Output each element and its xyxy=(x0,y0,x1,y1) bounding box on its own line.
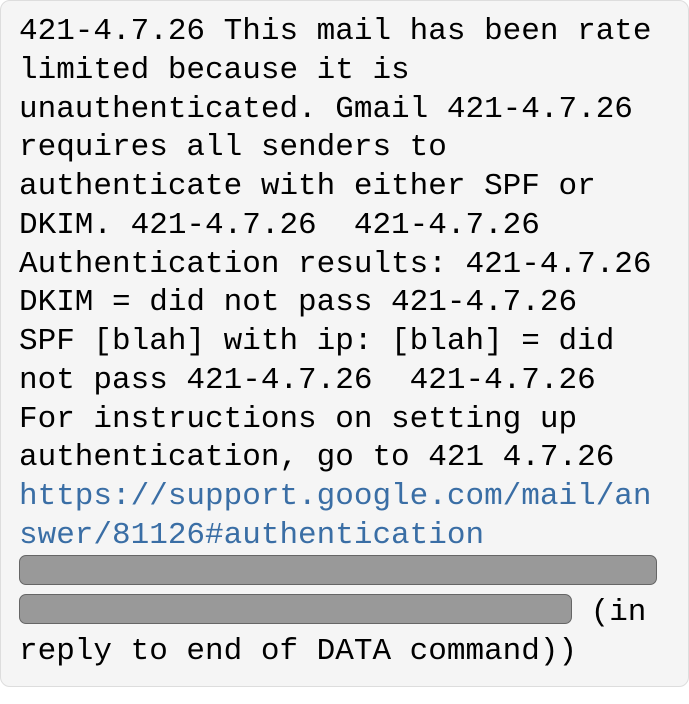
support-link[interactable]: https://support.google.com/mail/answer/8… xyxy=(19,479,652,553)
redacted-block-1 xyxy=(19,555,657,585)
redacted-block-2 xyxy=(19,594,572,624)
error-message-block: 421-4.7.26 This mail has been rate limit… xyxy=(0,0,689,687)
error-text-part1: 421-4.7.26 This mail has been rate limit… xyxy=(19,14,689,475)
